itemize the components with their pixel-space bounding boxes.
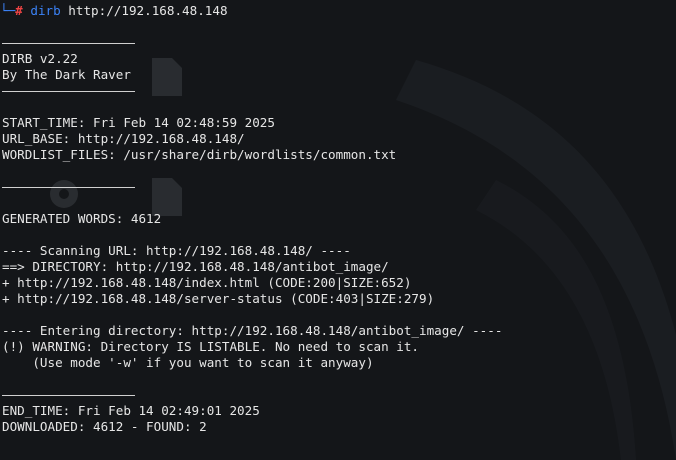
dirb-author: By The Dark Raver xyxy=(2,67,131,82)
command-name: dirb xyxy=(30,3,61,18)
url-base: URL_BASE: http://192.168.48.148/ xyxy=(2,131,245,146)
entering-directory-header: ---- Entering directory: http://192.168.… xyxy=(2,323,503,338)
dirb-version: DIRB v2.22 xyxy=(2,51,78,66)
scan-result: + http://192.168.48.148/index.html (CODE… xyxy=(2,275,412,290)
warning-hint: (Use mode '-w' if you want to scan it an… xyxy=(2,355,374,370)
listable-warning: (!) WARNING: Directory IS LISTABLE. No n… xyxy=(2,339,420,354)
terminal-window[interactable]: └─# dirb http://192.168.48.148 DIRB v2.2… xyxy=(0,0,676,434)
root-prompt-symbol: # xyxy=(15,3,23,18)
divider-line xyxy=(2,187,135,188)
scanning-url-header: ---- Scanning URL: http://192.168.48.148… xyxy=(2,243,351,258)
generated-words: GENERATED WORDS: 4612 xyxy=(2,211,162,226)
command-prompt-line: └─# dirb http://192.168.48.148 xyxy=(0,3,228,19)
found-directory: ==> DIRECTORY: http://192.168.48.148/ant… xyxy=(2,259,389,274)
scan-result: + http://192.168.48.148/server-status (C… xyxy=(2,291,435,306)
end-time: END_TIME: Fri Feb 14 02:49:01 2025 xyxy=(2,403,260,418)
divider-line xyxy=(2,91,135,92)
prompt-corner: └─ xyxy=(0,3,16,18)
divider-line xyxy=(2,43,135,44)
start-time: START_TIME: Fri Feb 14 02:48:59 2025 xyxy=(2,115,275,130)
divider-line xyxy=(2,395,135,396)
download-summary: DOWNLOADED: 4612 - FOUND: 2 xyxy=(2,419,207,434)
command-arguments: http://192.168.48.148 xyxy=(68,3,228,18)
wordlist-files: WORDLIST_FILES: /usr/share/dirb/wordlist… xyxy=(2,147,397,162)
